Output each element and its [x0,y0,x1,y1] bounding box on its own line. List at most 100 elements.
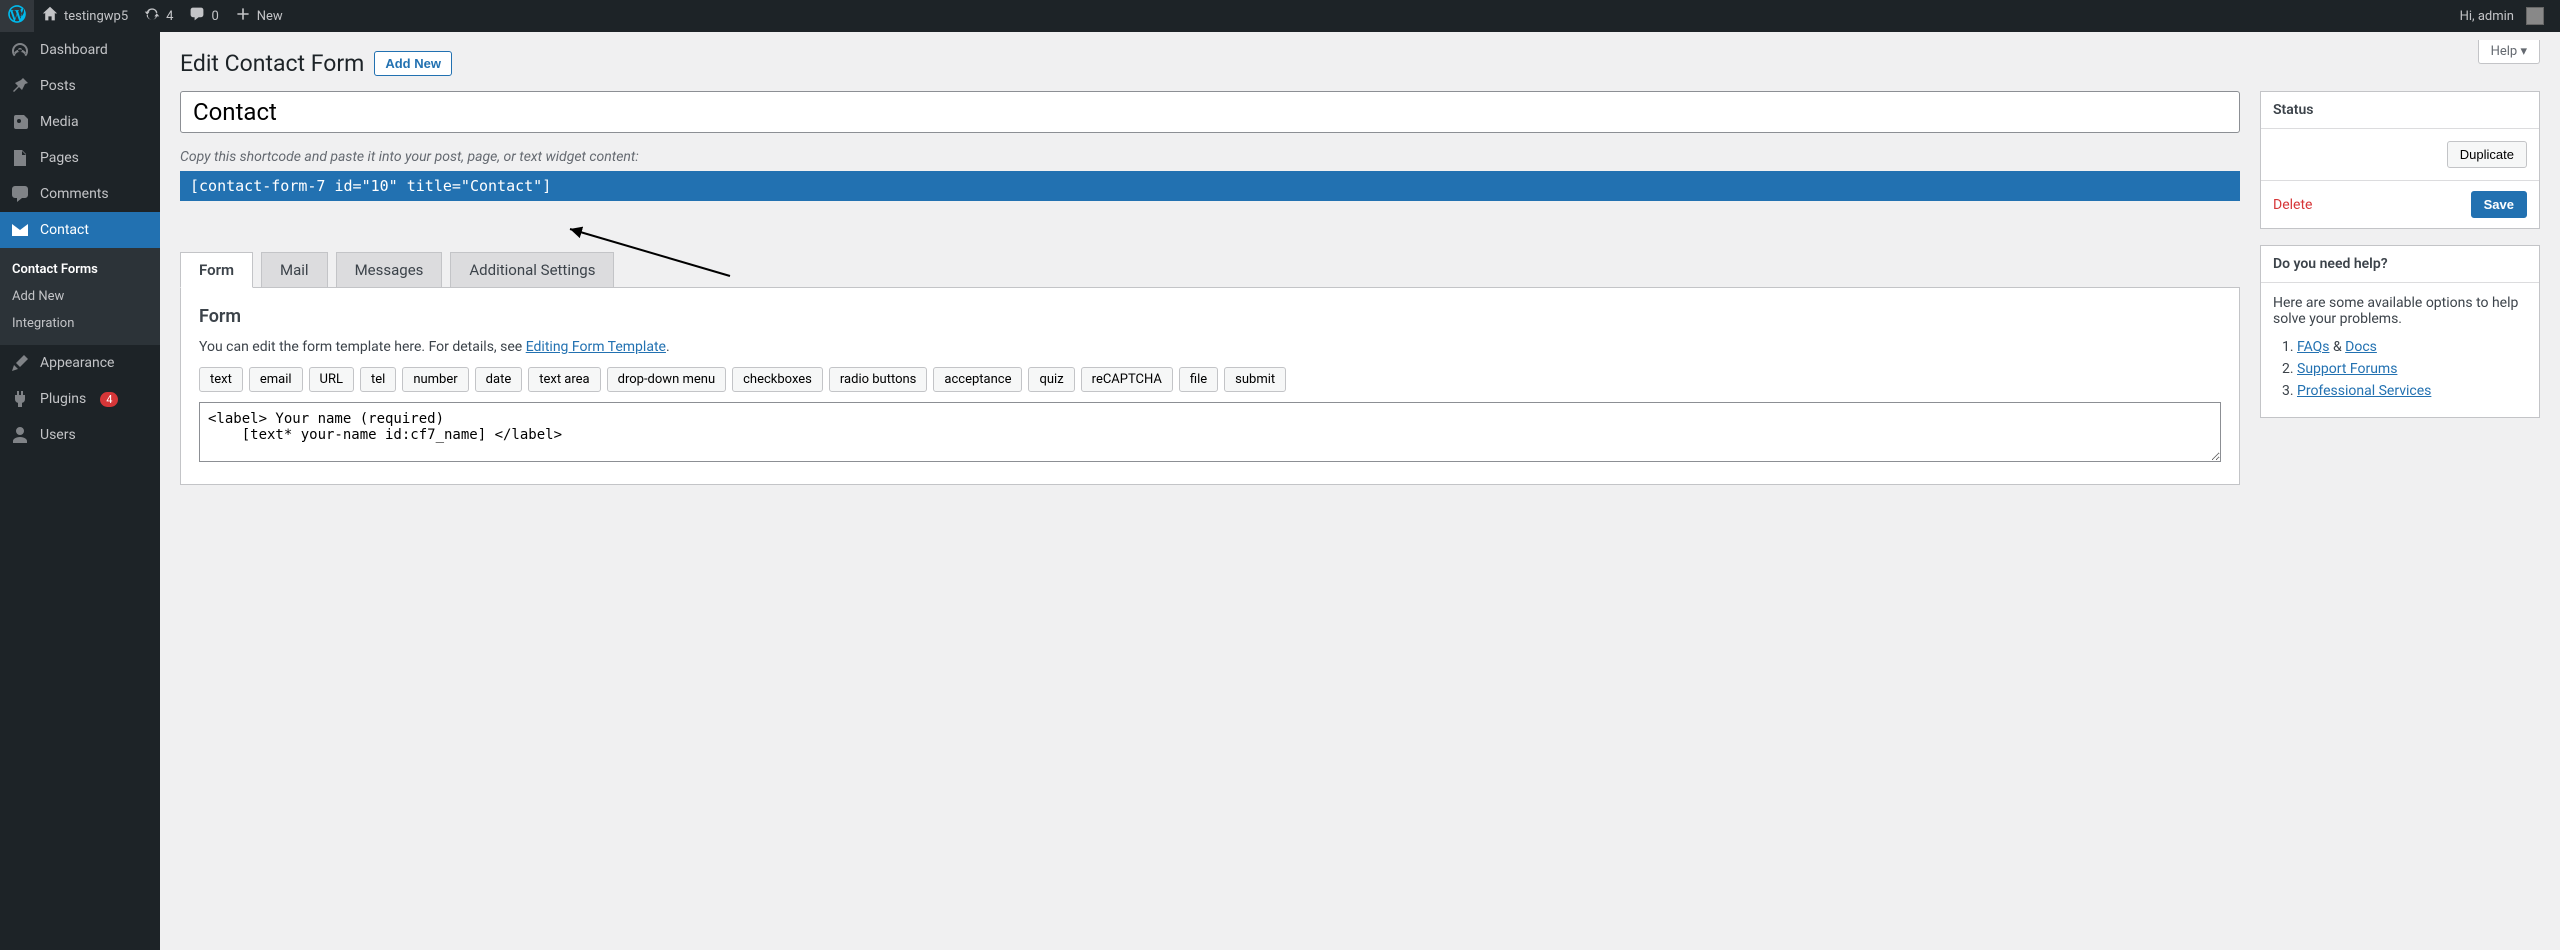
help-tab[interactable]: Help ▾ [2478,40,2540,64]
page-icon [10,148,30,168]
media-icon [10,112,30,132]
mail-icon [10,220,30,240]
status-box: Status Duplicate Delete Save [2260,91,2540,229]
sidebar-label: Contact [40,222,89,238]
help-label: Help [2491,44,2518,59]
tab-form[interactable]: Form [180,252,253,288]
desc-post: . [666,339,670,355]
tag-button-tel[interactable]: tel [360,367,396,392]
shortcode-box[interactable]: [contact-form-7 id="10" title="Contact"] [180,171,2240,201]
sidebar-label: Posts [40,78,76,94]
sidebar-item-posts[interactable]: Posts [0,68,160,104]
sidebar-item-plugins[interactable]: Plugins 4 [0,381,160,417]
sidebar-item-contact[interactable]: Contact [0,212,160,248]
avatar [2526,7,2544,25]
sidebar-item-pages[interactable]: Pages [0,140,160,176]
page-title: Edit Contact Form [180,50,364,77]
comments-count: 0 [211,9,218,24]
tag-button-number[interactable]: number [402,367,468,392]
comment-icon [189,6,205,26]
comment-icon [10,184,30,204]
editor-tabs: Form Mail Messages Additional Settings [180,251,2240,287]
tag-button-text-area[interactable]: text area [528,367,600,392]
help-heading: Do you need help? [2261,246,2539,283]
admin-sidebar: Dashboard Posts Media Pages Comments Con… [0,32,160,950]
tag-button-text[interactable]: text [199,367,243,392]
chevron-down-icon: ▾ [2520,44,2527,59]
sidebar-item-users[interactable]: Users [0,417,160,453]
refresh-icon [144,6,160,26]
new-label: New [257,9,283,24]
tab-mail[interactable]: Mail [261,252,328,288]
sidebar-sub-contact-forms[interactable]: Contact Forms [0,256,160,283]
dashboard-icon [10,40,30,60]
main-content: Help ▾ Edit Contact Form Add New Copy th… [160,0,2560,505]
amp-text: & [2330,339,2346,355]
add-new-button[interactable]: Add New [374,51,452,76]
sidebar-label: Media [40,114,79,130]
wp-logo[interactable] [0,0,34,32]
tag-button-quiz[interactable]: quiz [1028,367,1074,392]
status-heading: Status [2261,92,2539,129]
help-intro: Here are some available options to help … [2273,295,2527,327]
plus-icon [235,6,251,26]
tab-additional[interactable]: Additional Settings [450,252,614,288]
editing-template-link[interactable]: Editing Form Template [526,339,666,355]
pin-icon [10,76,30,96]
tag-button-submit[interactable]: submit [1224,367,1286,392]
form-panel: Form You can edit the form template here… [180,287,2240,485]
help-box: Do you need help? Here are some availabl… [2260,245,2540,418]
sidebar-label: Appearance [40,355,114,371]
sidebar-label: Pages [40,150,79,166]
sidebar-sub-integration[interactable]: Integration [0,310,160,337]
sidebar-label: Dashboard [40,42,108,58]
help-item-1: FAQs & Docs [2297,339,2527,355]
site-name: testingwp5 [64,9,128,24]
sidebar-sub-add-new[interactable]: Add New [0,283,160,310]
plugins-update-count: 4 [100,392,118,407]
tag-buttons-row: textemailURLtelnumber datetext area drop-d… [199,367,2221,392]
comments-link[interactable]: 0 [181,0,226,32]
form-template-textarea[interactable] [199,402,2221,462]
form-title-input[interactable] [180,91,2240,133]
admin-toolbar: testingwp5 4 0 New Hi, admin [0,0,2560,32]
pro-services-link[interactable]: Professional Services [2297,383,2431,399]
shortcode-hint: Copy this shortcode and paste it into yo… [180,149,2240,165]
support-forums-link[interactable]: Support Forums [2297,361,2397,377]
sidebar-label: Comments [40,186,109,202]
duplicate-button[interactable]: Duplicate [2447,141,2527,168]
updates-count: 4 [166,9,173,24]
updates-link[interactable]: 4 [136,0,181,32]
sidebar-label: Users [40,427,76,443]
sidebar-item-dashboard[interactable]: Dashboard [0,32,160,68]
tag-button-checkboxes[interactable]: checkboxes [732,367,823,392]
delete-link[interactable]: Delete [2273,197,2312,213]
tag-button-date[interactable]: date [475,367,523,392]
sidebar-submenu-contact: Contact Forms Add New Integration [0,248,160,345]
tag-button-URL[interactable]: URL [309,367,354,392]
tag-button-reCAPTCHA[interactable]: reCAPTCHA [1081,367,1173,392]
form-panel-desc: You can edit the form template here. For… [199,339,2221,355]
form-panel-heading: Form [199,306,2221,327]
new-content[interactable]: New [227,0,291,32]
account-menu[interactable]: Hi, admin [2452,0,2552,32]
home-icon [42,6,58,26]
tag-button-email[interactable]: email [249,367,303,392]
sidebar-item-media[interactable]: Media [0,104,160,140]
faqs-link[interactable]: FAQs [2297,339,2330,355]
user-icon [10,425,30,445]
tag-button-file[interactable]: file [1179,367,1218,392]
tag-button-acceptance[interactable]: acceptance [933,367,1022,392]
tag-button-drop-down-menu[interactable]: drop-down menu [607,367,726,392]
brush-icon [10,353,30,373]
site-link[interactable]: testingwp5 [34,0,136,32]
save-button[interactable]: Save [2471,191,2527,218]
sidebar-item-comments[interactable]: Comments [0,176,160,212]
tab-messages[interactable]: Messages [336,252,443,288]
sidebar-item-appearance[interactable]: Appearance [0,345,160,381]
docs-link[interactable]: Docs [2345,339,2377,355]
tag-button-radio-buttons[interactable]: radio buttons [829,367,928,392]
help-item-2: Support Forums [2297,361,2527,377]
wordpress-icon [8,5,26,27]
desc-pre: You can edit the form template here. For… [199,339,526,355]
